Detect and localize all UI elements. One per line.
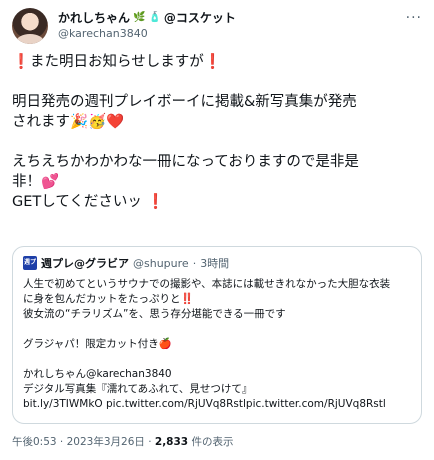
tweet-text-blank xyxy=(12,132,424,152)
quoted-text-line: グラジャパ！限定カット付き🍎 xyxy=(23,338,172,350)
tweet-meta: 午後0:53 · 2023年3月26日 · 2,833 件の表示 xyxy=(12,434,233,449)
tweet-header: かれしちゃん 🌿 🧴 @コスケット @karechan3840 ··· xyxy=(12,4,422,48)
tweet-text-blank xyxy=(12,72,424,92)
bottle-icon: 🧴 xyxy=(148,12,161,23)
username[interactable]: @karechan3840 xyxy=(58,26,236,42)
meta-separator: · xyxy=(56,436,67,448)
quoted-avatar[interactable]: 週プレ xyxy=(23,256,37,280)
quoted-text-line: かれしちゃん@karechan3840 xyxy=(23,368,172,380)
quoted-text-line: デジタル写真集『濡れてあふれて、見せつけて』 xyxy=(23,383,253,395)
tweet-text: ❗️また明日お知らせしますが❗️ 明日発売の週刊プレイボーイに掲載&新写真集が発… xyxy=(12,52,424,212)
quoted-text-blank xyxy=(23,322,411,337)
tweet-text-line: ❗️また明日お知らせしますが❗️ xyxy=(12,54,222,70)
more-icon[interactable]: ··· xyxy=(406,10,422,26)
quoted-text-line: 人生で初めてというサウナでの撮影や、本誌には載せきれなかった大胆な衣装 xyxy=(23,278,391,290)
quoted-time[interactable]: 3時間 xyxy=(200,255,229,271)
views-count: 2,833 xyxy=(154,436,189,448)
quoted-tweet-text: 人生で初めてというサウナでの撮影や、本誌には載せきれなかった大胆な衣装 に身を包… xyxy=(23,277,411,412)
tweet-date[interactable]: 2023年3月26日 xyxy=(67,436,145,448)
tweet-text-line: GETしてくださいッ ❗️ xyxy=(12,194,165,210)
tweet-text-line: されます🎉🥳❤️ xyxy=(12,114,125,130)
quoted-text-line: 彼女流の“チラリズム”を、思う存分堪能できる一冊です xyxy=(23,308,286,320)
quoted-display-name[interactable]: 週プレ@グラビア xyxy=(41,255,129,271)
tweet-text-line: 明日発売の週刊プレイボーイに掲載&新写真集が発売 xyxy=(12,94,357,110)
meta-separator: · xyxy=(144,436,155,448)
quoted-text-blank xyxy=(23,352,411,367)
avatar[interactable] xyxy=(12,8,48,44)
quoted-link-line[interactable]: bit.ly/3TIWMkO pic.twitter.com/RjUVq8Rst… xyxy=(23,397,411,412)
views-label: 件の表示 xyxy=(188,436,234,448)
display-name-text: かれしちゃん xyxy=(58,11,131,25)
plant-icon: 🌿 xyxy=(133,12,146,23)
quoted-separator: · xyxy=(192,256,197,270)
quoted-tweet-header: 週プレ 週プレ@グラビア @shupure · 3時間 xyxy=(23,255,411,280)
tweet-time[interactable]: 午後0:53 xyxy=(12,436,57,448)
display-name[interactable]: かれしちゃん 🌿 🧴 @コスケット xyxy=(58,10,236,26)
quoted-text-line: に身を包んだカットをたっぷりと‼️ xyxy=(23,293,194,305)
tweet-text-line: えちえちかわかわな一冊になっておりますので是非是 xyxy=(12,154,359,170)
author-names[interactable]: かれしちゃん 🌿 🧴 @コスケット @karechan3840 xyxy=(58,10,236,42)
quoted-username[interactable]: @shupure xyxy=(133,257,189,270)
tweet: かれしちゃん 🌿 🧴 @コスケット @karechan3840 ··· ❗️また… xyxy=(0,0,434,460)
tweet-text-line: 非！💕 xyxy=(12,174,60,190)
quoted-tweet[interactable]: 週プレ 週プレ@グラビア @shupure · 3時間 人生で初めてというサウナ… xyxy=(12,246,422,424)
display-name-suffix: @コスケット xyxy=(163,11,236,25)
